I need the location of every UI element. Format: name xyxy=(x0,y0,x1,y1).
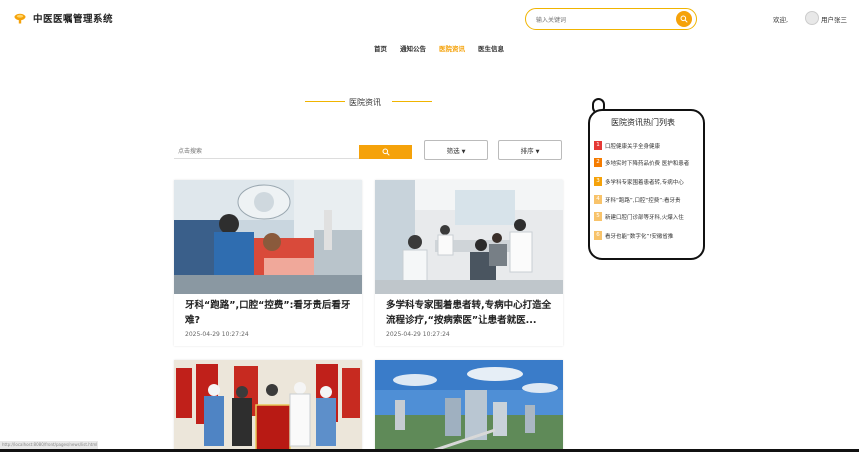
news-card[interactable] xyxy=(375,360,563,452)
search-icon xyxy=(680,15,688,23)
avatar[interactable] xyxy=(805,11,819,25)
search-button[interactable] xyxy=(676,11,692,27)
search-box xyxy=(525,8,697,30)
hot-news-text[interactable]: 牙科“跑路”,口腔“控费”:看牙贵 xyxy=(605,196,701,204)
news-card-title[interactable]: 多学科专家围着患者转,专病中心打造全流程诊疗,“按病索医”让患者就医... xyxy=(386,298,556,328)
hot-news-text[interactable]: 看牙也能“数字化”!安徽省推 xyxy=(605,232,701,240)
hot-news-text[interactable]: 多地实时下降药品价费 医护和患者 xyxy=(605,159,701,167)
hot-news-item[interactable]: 1 口腔健康关乎全身健康 xyxy=(594,141,702,151)
header: 中医医嘱管理系统 欢迎, 用户张三 xyxy=(0,0,859,38)
welcome-text: 欢迎, xyxy=(773,16,789,24)
news-card[interactable] xyxy=(174,360,362,452)
sort-label: 排序 xyxy=(520,147,534,155)
search-input[interactable] xyxy=(534,12,668,28)
logo-icon xyxy=(14,13,26,24)
rank-badge: 2 xyxy=(594,158,602,167)
news-image-consultation xyxy=(375,180,563,294)
rank-badge: 4 xyxy=(594,195,602,204)
hot-news-item[interactable]: 5 新建口腔门诊部等牙科,火爆入住 xyxy=(594,212,702,222)
title-divider-right xyxy=(392,101,432,102)
news-image-hospital-building xyxy=(375,360,563,452)
hot-news-item[interactable]: 2 多地实时下降药品价费 医护和患者 xyxy=(594,158,702,168)
rank-badge: 6 xyxy=(594,231,602,240)
title-divider-left xyxy=(305,101,345,102)
news-card-date: 2025-04-29 10:27:24 xyxy=(386,331,450,338)
filter-label: 筛选 xyxy=(446,147,460,155)
hot-news-item[interactable]: 4 牙科“跑路”,口腔“控费”:看牙贵 xyxy=(594,195,702,205)
hot-news-text[interactable]: 口腔健康关乎全身健康 xyxy=(605,142,701,150)
caret-down-icon: ▼ xyxy=(461,149,466,155)
main-nav: 首页 通知公告 医院资讯 医生信息 xyxy=(0,43,859,55)
section-title: 医院资讯 xyxy=(349,98,381,107)
hot-news-text[interactable]: 多学科专家围着患者转,专病中心 xyxy=(605,178,701,186)
rank-badge: 3 xyxy=(594,177,602,186)
news-search-input[interactable] xyxy=(174,144,360,159)
news-card[interactable]: 牙科“跑路”,口腔“控费”:看牙贵后看牙难? 2025-04-29 10:27:… xyxy=(174,180,362,346)
nav-item-doctors[interactable]: 医生信息 xyxy=(478,43,504,53)
hot-news-item[interactable]: 3 多学科专家围着患者转,专病中心 xyxy=(594,177,702,187)
nav-item-home[interactable]: 首页 xyxy=(374,43,387,53)
filter-dropdown[interactable]: 筛选 ▼ xyxy=(424,140,488,160)
sort-dropdown[interactable]: 排序 ▼ xyxy=(498,140,562,160)
news-card[interactable]: 多学科专家围着患者转,专病中心打造全流程诊疗,“按病索医”让患者就医... 20… xyxy=(375,180,563,346)
hot-news-title: 医院资讯热门列表 xyxy=(611,118,675,127)
news-image-dental xyxy=(174,180,362,294)
nav-item-notices[interactable]: 通知公告 xyxy=(400,43,426,53)
app-title: 中医医嘱管理系统 xyxy=(33,14,114,25)
nav-item-news[interactable]: 医院资讯 xyxy=(439,43,465,53)
news-search-button[interactable] xyxy=(359,145,412,159)
rank-badge: 5 xyxy=(594,212,602,221)
news-card-title[interactable]: 牙科“跑路”,口腔“控费”:看牙贵后看牙难? xyxy=(185,298,355,328)
caret-down-icon: ▼ xyxy=(535,149,540,155)
username[interactable]: 用户张三 xyxy=(821,14,847,24)
news-image-banners xyxy=(174,360,362,452)
status-bar-url: http://localhost:8080/front/pages/news/l… xyxy=(0,441,98,449)
search-icon xyxy=(382,148,390,156)
rank-badge: 1 xyxy=(594,141,602,150)
hot-news-item[interactable]: 6 看牙也能“数字化”!安徽省推 xyxy=(594,231,702,241)
news-card-date: 2025-04-29 10:27:24 xyxy=(185,331,249,338)
hot-news-text[interactable]: 新建口腔门诊部等牙科,火爆入住 xyxy=(605,213,701,221)
